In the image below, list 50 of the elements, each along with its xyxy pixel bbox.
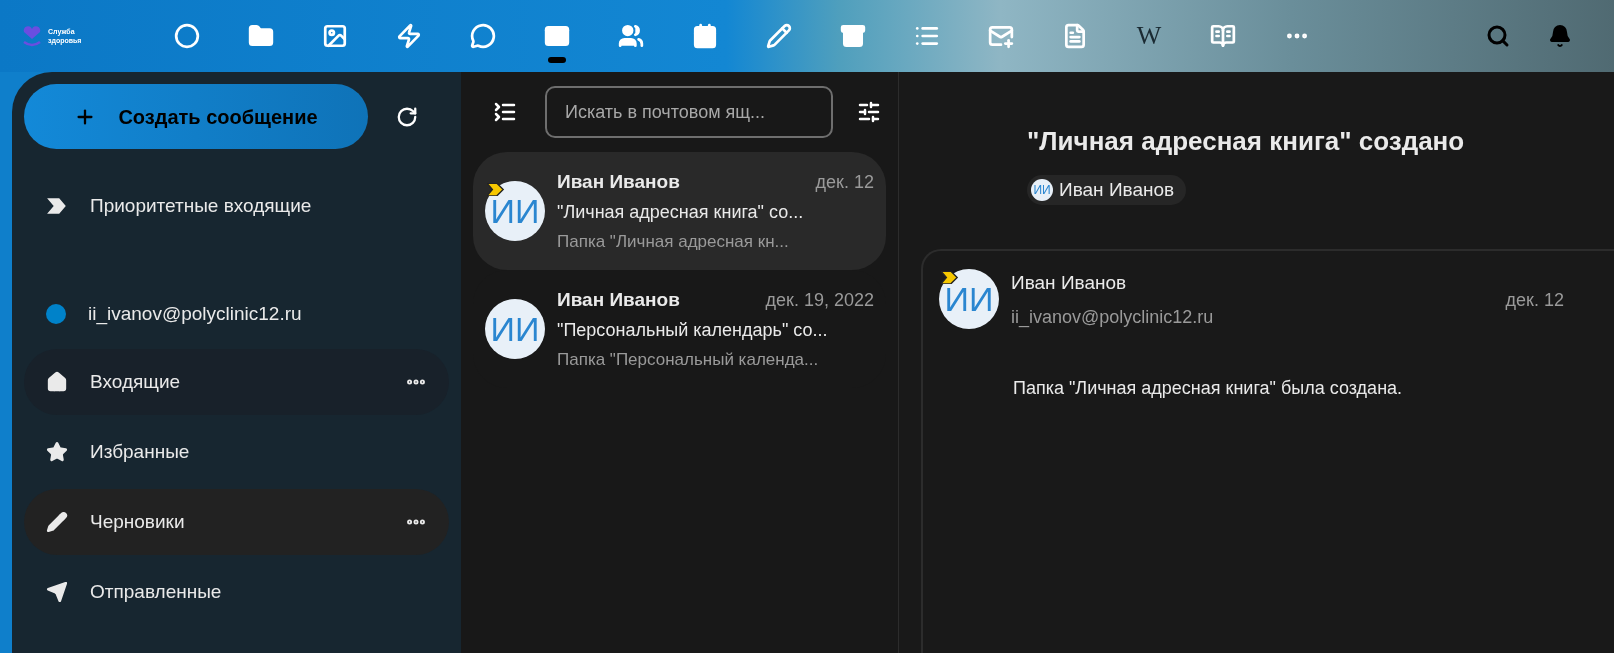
collapse-list-icon[interactable]: [493, 100, 517, 124]
chat-bubble-icon[interactable]: [470, 23, 496, 49]
sender-name: Иван Иванов: [557, 169, 680, 194]
new-message-button[interactable]: Создать сообщение: [24, 84, 368, 149]
folder-icon[interactable]: [248, 23, 274, 49]
message-item[interactable]: ИИ Иван Иванов дек. 12 "Личная адресная книга" со... Папка "Личная адресная кн...: [473, 152, 886, 270]
sender-name: Иван Иванов: [1011, 271, 1128, 295]
calendar-icon[interactable]: [692, 23, 718, 49]
star-icon: [46, 441, 68, 463]
sender-name: Иван Иванов: [557, 287, 680, 312]
avatar: ИИ: [485, 299, 545, 359]
message-body: Папка "Личная адресная книга" была создана.: [1013, 376, 1404, 400]
avatar: ИИ: [1031, 179, 1053, 201]
refresh-icon[interactable]: [396, 105, 418, 128]
message-preview: Папка "Персональный календа...: [557, 349, 820, 371]
notifications-icon[interactable]: [1548, 24, 1572, 48]
message-subject: "Персональный календарь" со...: [557, 319, 829, 342]
heart-logo-icon: [22, 25, 42, 47]
account-address[interactable]: ii_ivanov@polyclinic12.ru: [88, 299, 302, 329]
mail-upload-icon[interactable]: [988, 23, 1014, 49]
message-date: дек. 12: [1505, 289, 1564, 312]
search-icon[interactable]: [1486, 24, 1510, 48]
circle-icon[interactable]: [174, 23, 200, 49]
avatar: ИИ: [485, 181, 545, 241]
message-date: дек. 19, 2022: [765, 288, 874, 312]
image-icon[interactable]: [322, 23, 348, 49]
participant-chip[interactable]: ИИ Иван Иванов: [1027, 175, 1187, 205]
message-title: "Личная адресная книга" создано: [1027, 125, 1466, 158]
send-icon: [46, 581, 68, 603]
message-preview: Папка "Личная адресная кн...: [557, 231, 790, 253]
pencil-icon: [46, 511, 68, 533]
folder-item[interactable]: Входящие: [24, 349, 449, 415]
folder-item[interactable]: Приоритетные входящие: [24, 173, 449, 239]
folder-item[interactable]: Избранные: [24, 419, 449, 485]
people-icon[interactable]: [618, 23, 644, 49]
wiki-logo[interactable]: W: [1136, 23, 1162, 49]
search-field[interactable]: Искать в почтовом ящ...: [545, 86, 833, 138]
sender-address: ii_ivanov@polyclinic12.ru: [1011, 305, 1214, 330]
filter-icon[interactable]: [857, 100, 881, 124]
folder-item[interactable]: Отправленные: [24, 559, 449, 625]
message-subject: "Личная адресная книга" со...: [557, 201, 805, 224]
message-date: дек. 12: [815, 170, 874, 194]
pencil-icon[interactable]: [766, 23, 792, 49]
chevron-icon: [46, 195, 68, 217]
book-icon[interactable]: [1210, 23, 1236, 49]
home-icon: [46, 371, 68, 393]
folder-item[interactable]: Черновики: [24, 489, 449, 555]
lightning-icon[interactable]: [396, 23, 422, 49]
avatar: ИИ: [939, 269, 999, 329]
document-icon[interactable]: [1062, 23, 1088, 49]
